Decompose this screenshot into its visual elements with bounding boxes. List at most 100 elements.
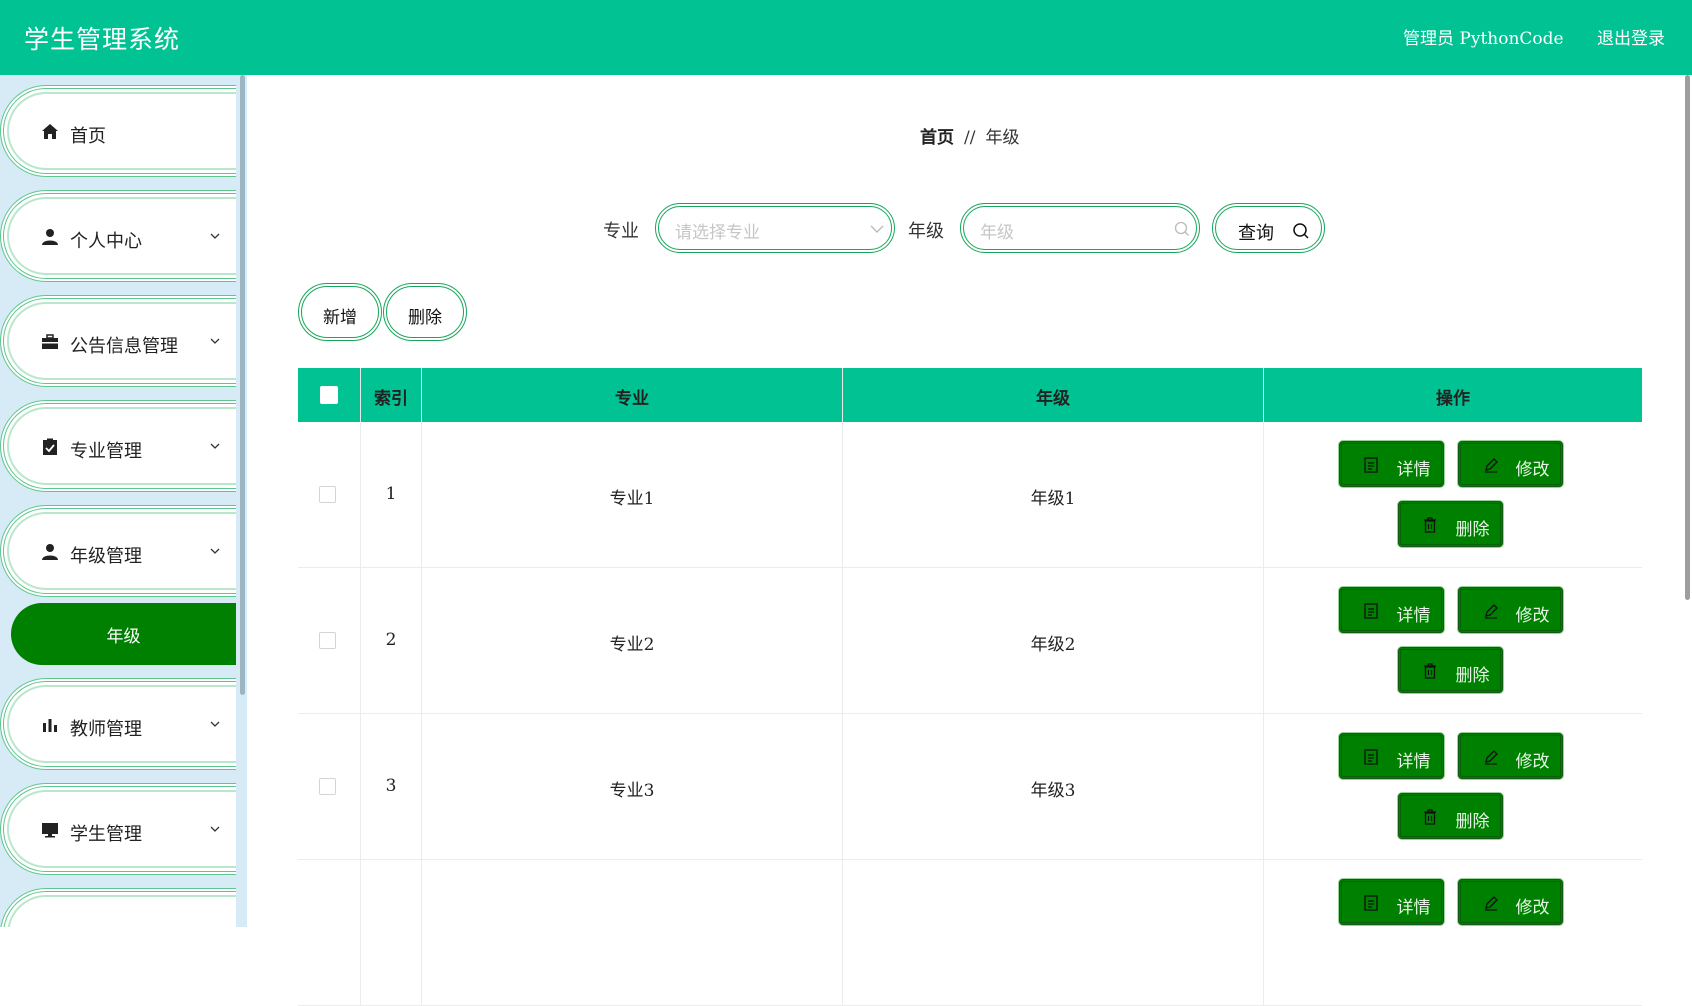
cell-major: 专业3 [422,714,843,860]
bulk-delete-button-label: 删除 [408,308,442,328]
home-icon [42,124,58,139]
chevron-down-icon [210,233,220,239]
breadcrumb-home[interactable]: 首页 [920,128,954,148]
bar-chart-icon [43,719,57,732]
sidebar-item-label: 公告信息管理 [70,336,178,357]
delete-button[interactable]: 删除 [1398,793,1503,839]
major-label: 专业 [603,221,639,242]
search-icon [1293,223,1309,239]
grade-search-input[interactable]: 年级 [960,203,1200,253]
document-icon [1364,603,1378,619]
top-header: 学生管理系统 管理员 PythonCode 退出登录 [0,0,1692,75]
monitor-icon [42,823,58,838]
select-all-checkbox[interactable] [320,386,338,404]
table-row: 详情 修改 [298,860,1642,1006]
trash-icon [1424,809,1436,825]
sidebar-item-students[interactable]: 学生管理 [0,783,236,875]
pencil-icon [1485,604,1498,619]
breadcrumb-separator: // [964,128,976,148]
breadcrumb-current: 年级 [985,128,1020,148]
cell-actions: 详情 修改 删除 [1264,714,1642,860]
sidebar-subitem-grade[interactable]: 年级 [11,603,236,665]
user-icon [42,544,58,560]
edit-button[interactable]: 修改 [1458,733,1563,779]
sidebar-item-label: 年级管理 [70,546,142,567]
sidebar-item-label: 专业管理 [70,441,142,462]
cell-index: 2 [361,568,422,714]
sidebar-scrollbar[interactable] [240,75,245,695]
cell-grade: 年级2 [843,568,1264,714]
edit-button[interactable]: 修改 [1458,587,1563,633]
header-actions: 操作 [1436,389,1470,409]
sidebar-item-announcements[interactable]: 公告信息管理 [0,295,236,387]
logout-link[interactable]: 退出登录 [1597,24,1665,49]
cell-grade: 年级3 [843,714,1264,860]
cell-actions: 详情 修改 删除 [1264,568,1642,714]
row-checkbox[interactable] [319,632,336,649]
cell-grade: 年级1 [843,422,1264,568]
detail-button[interactable]: 详情 [1339,587,1444,633]
major-select[interactable]: 请选择专业 [655,203,895,253]
cell-major: 专业2 [422,568,843,714]
sidebar-item-personal-center[interactable]: 个人中心 [0,190,236,282]
page-scrollbar[interactable] [1685,75,1690,600]
grade-label: 年级 [908,221,944,242]
query-button[interactable]: 查询 [1212,203,1325,253]
chevron-down-icon [210,443,220,449]
sidebar-item-more[interactable] [0,888,236,927]
chevron-down-icon [210,338,220,344]
document-icon [1364,895,1378,911]
add-button[interactable]: 新增 [298,283,382,341]
cell-actions: 详情 修改 [1264,860,1642,1006]
sidebar-subitem-label: 年级 [106,627,141,647]
chevron-down-icon [210,826,220,832]
table-row: 2 专业2 年级2 详情 修改 删除 [298,568,1642,714]
app-title: 学生管理系统 [24,25,181,54]
pencil-icon [1485,750,1498,765]
document-icon [1364,749,1378,765]
major-select-placeholder: 请选择专业 [675,223,760,243]
sidebar-item-majors[interactable]: 专业管理 [0,400,236,492]
row-checkbox[interactable] [319,486,336,503]
table-header: 索引 专业 年级 操作 [298,368,1642,422]
chevron-down-icon [870,225,884,233]
admin-name: 管理员 PythonCode [1403,29,1564,49]
header-grade: 年级 [843,368,1264,422]
sidebar-item-grades[interactable]: 年级管理 [0,505,236,597]
table-row: 3 专业3 年级3 详情 修改 删除 [298,714,1642,860]
cell-major: 专业1 [422,422,843,568]
pencil-icon [1485,458,1498,473]
delete-button[interactable]: 删除 [1398,647,1503,693]
pencil-icon [1485,896,1498,911]
clipboard-check-icon [43,438,57,455]
detail-button[interactable]: 详情 [1339,879,1444,925]
delete-button[interactable]: 删除 [1398,501,1503,547]
sidebar-item-home[interactable]: 首页 [0,85,236,177]
edit-button[interactable]: 修改 [1458,879,1563,925]
grade-input-placeholder: 年级 [980,223,1014,243]
chevron-down-icon [210,548,220,554]
add-button-label: 新增 [323,308,357,328]
sidebar-item-label: 首页 [70,126,106,147]
briefcase-icon [42,334,58,349]
cell-index: 3 [361,714,422,860]
detail-button[interactable]: 详情 [1339,733,1444,779]
sidebar-item-label: 学生管理 [70,824,142,845]
document-icon [1364,457,1378,473]
detail-button[interactable]: 详情 [1339,441,1444,487]
query-button-label: 查询 [1238,223,1274,244]
trash-icon [1424,517,1436,533]
breadcrumb: 首页 // 年级 [920,123,1019,148]
user-icon [42,229,58,245]
header-index: 索引 [361,368,422,422]
header-select-cell [298,368,361,422]
row-checkbox[interactable] [319,778,336,795]
cell-index: 1 [361,422,422,568]
header-major: 专业 [422,368,843,422]
table-row: 1 专业1 年级1 详情 修改 删除 [298,422,1642,568]
sidebar: 首页 个人中心 公告信息管理 专业管理 年级管理 年级 教师管理 学生管理 [0,75,247,927]
sidebar-item-teachers[interactable]: 教师管理 [0,678,236,770]
sidebar-item-label: 教师管理 [70,719,142,740]
edit-button[interactable]: 修改 [1458,441,1563,487]
bulk-delete-button[interactable]: 删除 [383,283,467,341]
